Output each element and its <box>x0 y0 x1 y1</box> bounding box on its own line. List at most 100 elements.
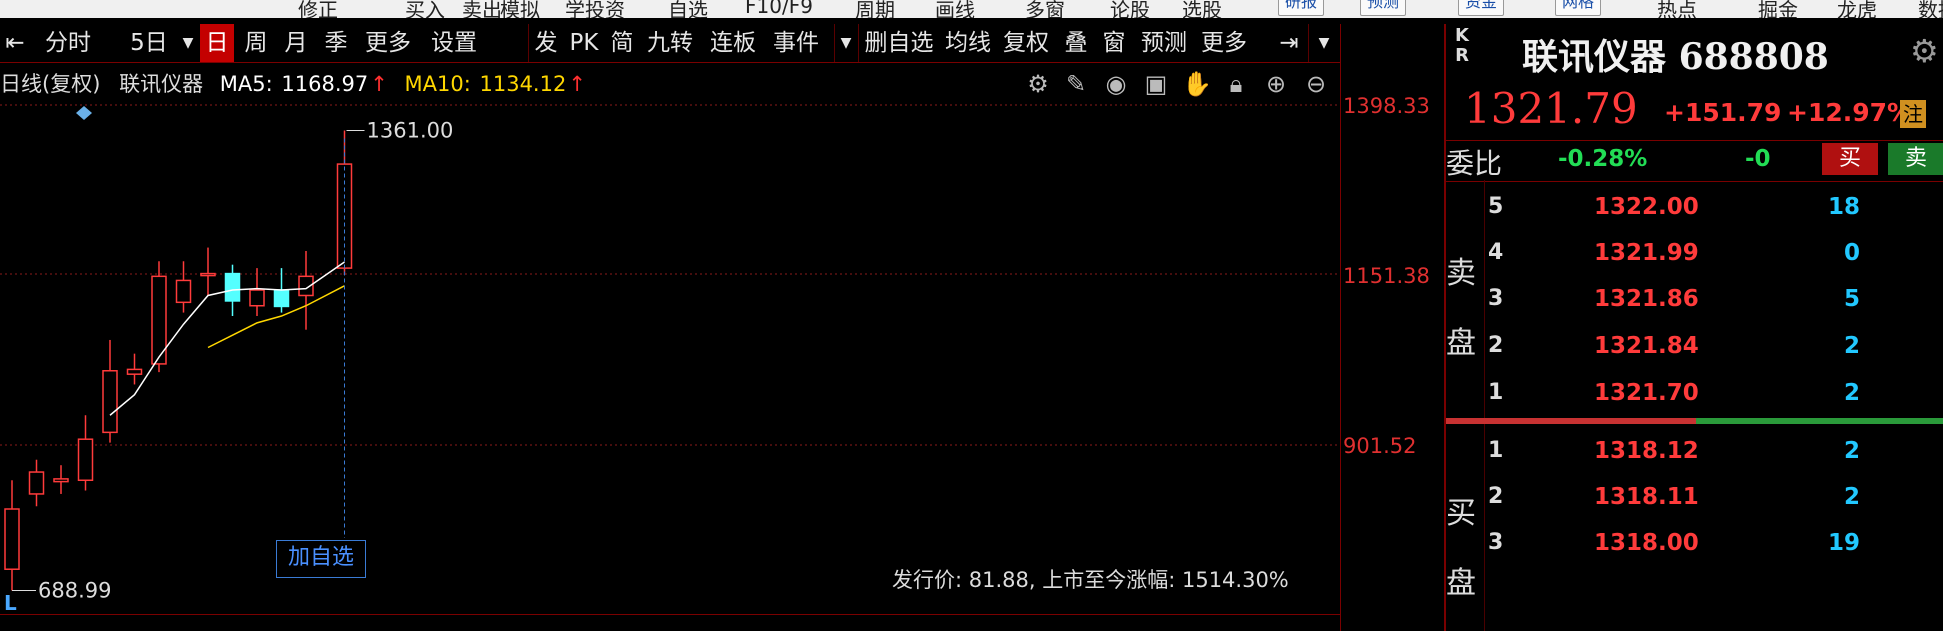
toolbar-tab[interactable]: 连板 <box>704 24 762 62</box>
top-menu-item[interactable]: 学投资 <box>565 0 625 18</box>
top-menu-item[interactable]: 周期 <box>855 0 895 18</box>
toolbar-tab[interactable]: 叠 <box>1058 24 1094 62</box>
top-menu-button[interactable]: 网格 <box>1555 0 1602 16</box>
zoom-out-icon[interactable]: ⊖ <box>1302 70 1330 98</box>
orderbook-level: 5 <box>1488 194 1504 219</box>
orderbook-price[interactable]: 1321.70 <box>1594 380 1699 406</box>
candle-body <box>200 272 216 277</box>
toolbar-tab[interactable]: 发 <box>528 24 563 62</box>
chevron-down-icon[interactable]: ▼ <box>178 24 198 62</box>
top-menu-item[interactable]: 买入 <box>405 0 445 18</box>
ma5-arrow: ↑ <box>370 72 388 96</box>
top-menu-item[interactable]: 选股 <box>1182 0 1222 18</box>
top-menu-item[interactable]: 数据 <box>1918 0 1943 18</box>
sell-button[interactable]: 卖 <box>1888 143 1943 175</box>
bid-side-label-2: 盘 <box>1446 566 1476 601</box>
top-menu-button[interactable]: 研报 <box>1278 0 1325 16</box>
y-axis-separator <box>1340 24 1341 631</box>
pen-icon[interactable]: ✎ <box>1062 70 1090 98</box>
toolbar-tab[interactable]: 均线 <box>942 24 994 62</box>
bid-strength-bar <box>1446 418 1696 424</box>
top-menu-item[interactable]: 论股 <box>1110 0 1150 18</box>
kr-badge: K R <box>1452 26 1472 66</box>
toolbar-tab[interactable]: 设置 <box>424 24 484 62</box>
toolbox-icon[interactable]: ▣ <box>1142 70 1170 98</box>
top-menu-button[interactable]: 预测 <box>1360 0 1407 16</box>
toolbar-tab[interactable]: 分时 <box>36 24 100 62</box>
orderbook-volume: 18 <box>1827 194 1860 220</box>
top-menu-item[interactable]: 自选 <box>668 0 708 18</box>
stock-title: 联讯仪器 688808 <box>1522 28 1829 80</box>
settings-icon[interactable]: ⚙ <box>1024 70 1052 98</box>
lock-icon[interactable]: 🔒︎ <box>1222 70 1250 98</box>
top-menu-item[interactable]: 热点 <box>1657 0 1697 18</box>
top-menu-item[interactable]: F10/F9 <box>745 0 813 18</box>
candle-body <box>126 368 143 375</box>
eye-icon[interactable]: ◉ <box>1102 70 1130 98</box>
top-menu-item[interactable]: 修正 <box>298 0 338 18</box>
ma10-label: MA10: <box>404 72 471 96</box>
top-menu-button[interactable]: 资金 <box>1458 0 1505 16</box>
top-menu-item[interactable]: 卖出 <box>462 0 502 18</box>
y-tick-label: 1151.38 <box>1343 264 1430 288</box>
note-badge[interactable]: 注 <box>1900 100 1926 128</box>
candle-body <box>4 508 20 570</box>
toolbar-tab[interactable]: 窗 <box>1096 24 1132 62</box>
toolbar-tab[interactable]: 预测 <box>1136 24 1192 62</box>
orderbook-volume: 5 <box>1843 286 1860 312</box>
add-watchlist-button[interactable]: 加自选 <box>276 540 366 578</box>
orderbook-price[interactable]: 1321.84 <box>1594 333 1699 359</box>
stock-code: 688808 <box>1678 36 1829 78</box>
candle-body <box>249 289 265 307</box>
order-ratio-value: -0.28% <box>1558 146 1648 172</box>
chevron-down-icon[interactable]: ▼ <box>834 24 857 62</box>
toolbar-tab[interactable]: 更多 <box>358 24 418 62</box>
collapse-left-icon[interactable]: ⇤ <box>0 24 30 62</box>
order-ratio-label: 委比 <box>1446 147 1503 180</box>
orderbook-volume: 2 <box>1843 438 1860 464</box>
orderbook-volume: 0 <box>1843 240 1860 266</box>
indicator-line: 日线(复权) 联讯仪器 MA5: 1168.97↑ MA10: 1134.12↑ <box>0 68 588 98</box>
chevron-down-icon[interactable]: ▼ <box>1308 24 1339 62</box>
orderbook-level: 1 <box>1488 438 1504 463</box>
toolbar-tab[interactable]: 更多 <box>1196 24 1252 62</box>
orderbook-price[interactable]: 1322.00 <box>1594 194 1699 220</box>
toolbar-tab[interactable]: 复权 <box>998 24 1054 62</box>
kr-letter-k: K <box>1455 25 1469 46</box>
orderbook-price[interactable]: 1318.12 <box>1594 438 1699 464</box>
orderbook-level: 2 <box>1488 484 1504 509</box>
toolbar-tab[interactable]: 月 <box>278 24 314 62</box>
top-menu: 修正买入卖出模拟学投资自选F10/F9周期画线多窗论股选股热点掘金龙虎数据新研报… <box>0 0 1943 18</box>
top-menu-item[interactable]: 掘金 <box>1758 0 1798 18</box>
top-menu-item[interactable]: 龙虎 <box>1837 0 1877 18</box>
zoom-in-icon[interactable]: ⊕ <box>1262 70 1290 98</box>
toolbar-tab[interactable]: 九转 <box>644 24 696 62</box>
gear-icon[interactable]: ⚙ <box>1910 32 1939 70</box>
buy-button[interactable]: 买 <box>1822 143 1878 175</box>
toolbar-tab[interactable]: 简 <box>604 24 640 62</box>
issue-price-info: 发行价: 81.88, 上市至今涨幅: 1514.30% <box>892 568 1289 592</box>
hand-icon[interactable]: ✋ <box>1182 70 1212 98</box>
top-menu-item[interactable]: 画线 <box>935 0 975 18</box>
orderbook-price[interactable]: 1318.00 <box>1594 530 1699 556</box>
toolbar-tab[interactable]: 日 <box>200 24 234 62</box>
toolbar-tab[interactable]: 事件 <box>766 24 826 62</box>
orderbook-price[interactable]: 1318.11 <box>1594 484 1699 510</box>
y-tick-label: 901.52 <box>1343 434 1417 458</box>
orderbook-level: 3 <box>1488 286 1504 311</box>
ma5-value: 1168.97 <box>281 72 369 96</box>
orderbook-price[interactable]: 1321.86 <box>1594 286 1699 312</box>
top-menu-item[interactable]: 多窗 <box>1025 0 1065 18</box>
order-diff-value: -0 <box>1745 146 1771 172</box>
top-menu-item[interactable]: 模拟 <box>500 0 540 18</box>
low-price-label: 688.99 <box>38 578 111 602</box>
toolbar-tab[interactable]: 删自选 <box>858 24 939 62</box>
orderbook-price[interactable]: 1321.99 <box>1594 240 1699 266</box>
period-label: 日线(复权) <box>0 72 101 96</box>
toolbar-tab[interactable]: PK <box>566 24 602 62</box>
expand-right-icon[interactable]: ⇥ <box>1272 24 1306 62</box>
toolbar-tab[interactable]: 季 <box>318 24 354 62</box>
candlestick-chart[interactable]: 1361.00 688.99 L <box>0 100 1340 615</box>
orderbook-volume: 2 <box>1843 380 1860 406</box>
toolbar-tab[interactable]: 周 <box>238 24 274 62</box>
